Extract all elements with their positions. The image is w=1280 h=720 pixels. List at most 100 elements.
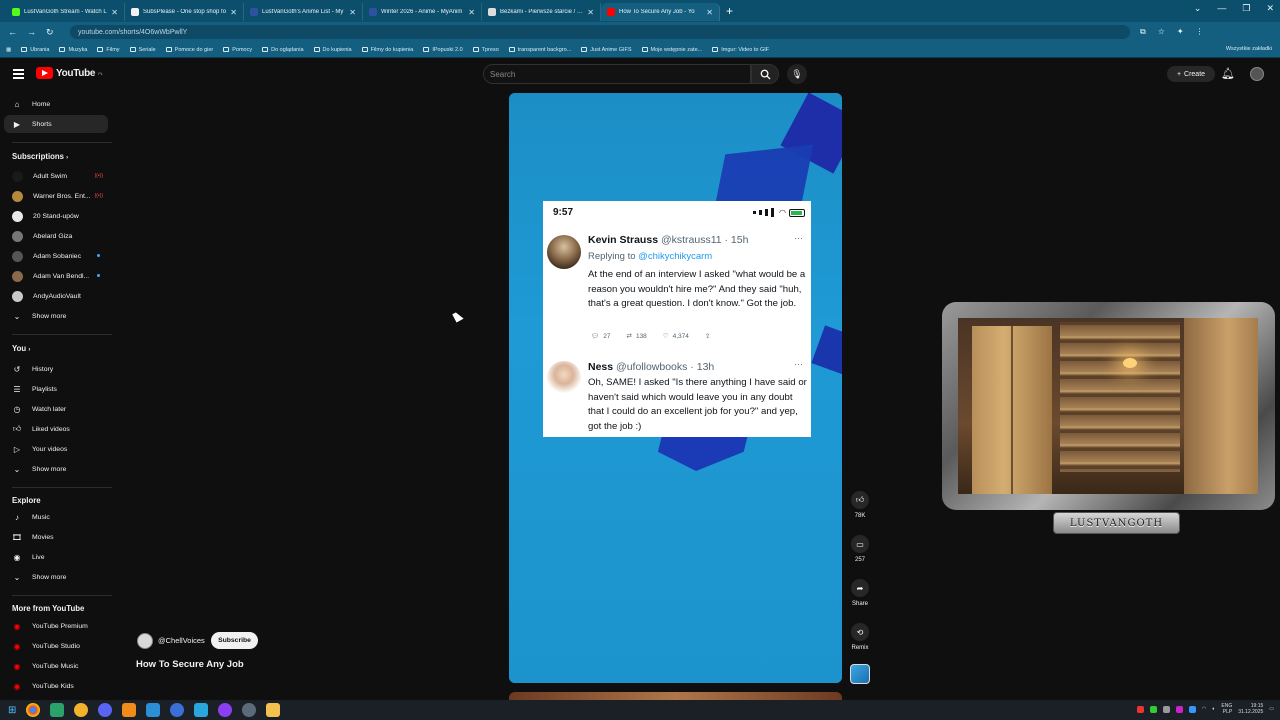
app-icon[interactable] <box>74 703 89 717</box>
bookmark-item[interactable]: Pomoce do gier <box>165 47 213 53</box>
volume-icon[interactable]: 🔈︎ <box>1212 706 1215 712</box>
tray-icon[interactable] <box>1176 705 1183 713</box>
comments-button[interactable]: ▭ 257 <box>850 535 870 563</box>
sidebar-subscription[interactable]: Warner Bros. Ent... ((•)) <box>4 187 108 205</box>
sidebar-item-youtube-premium[interactable]: ◉ YouTube Premium <box>4 617 108 635</box>
bookmark-item[interactable]: Pomocy <box>223 47 252 53</box>
file-explorer-icon[interactable] <box>266 703 281 717</box>
browser-tab[interactable]: LustVanGoth's Anime List - My ✕ <box>244 3 363 21</box>
sidebar-item-playlists[interactable]: ☰ Playlists <box>4 380 108 398</box>
sidebar-item-watch-later[interactable]: ◷ Watch later <box>4 400 108 418</box>
sidebar-item-live[interactable]: ◉ Live <box>4 548 108 566</box>
sidebar-subscription[interactable]: Adam Sobaniec <box>4 247 108 265</box>
short-title[interactable]: How To Secure Any Job <box>136 659 244 670</box>
tray-icon[interactable] <box>1163 705 1170 713</box>
hamburger-menu-icon[interactable] <box>13 69 24 79</box>
bookmark-item[interactable]: Filmy <box>97 47 120 53</box>
browser-tab[interactable]: How To Secure Any Job - Yo ✕ <box>601 3 720 21</box>
bookmark-item[interactable]: Ubrania <box>21 47 49 53</box>
back-icon[interactable]: ← <box>8 27 17 38</box>
app-icon[interactable] <box>146 703 161 717</box>
show-more-button[interactable]: ⌄ Show more <box>4 568 108 586</box>
sidebar-item-history[interactable]: ↺ History <box>4 360 108 378</box>
channel-avatar[interactable] <box>137 633 153 649</box>
sidebar-item-home[interactable]: ⌂ Home <box>4 95 108 113</box>
create-button[interactable]: + Create <box>1167 66 1215 82</box>
minimize-icon[interactable]: — <box>1217 3 1226 14</box>
subscribe-button[interactable]: Subscribe <box>211 632 258 649</box>
extension-icon[interactable]: ✦ <box>1177 27 1184 37</box>
bookmark-item[interactable]: Just Anime GIFS <box>581 47 632 53</box>
apps-icon[interactable]: ▦ <box>6 47 11 53</box>
all-bookmarks-link[interactable]: Wszystkie zakładki <box>1226 46 1272 52</box>
sidebar-item-youtube-studio[interactable]: ◉ YouTube Studio <box>4 637 108 655</box>
bookmark-item[interactable]: Filmy do kupienia <box>361 47 413 53</box>
tray-icon[interactable] <box>1189 705 1196 713</box>
share-button[interactable]: ➦ Share <box>850 579 870 607</box>
steam-icon[interactable] <box>242 703 257 717</box>
app-icon[interactable] <box>218 703 233 717</box>
install-icon[interactable]: ⧉ <box>1140 27 1146 37</box>
bookmark-item[interactable]: Do kupienia <box>313 47 352 53</box>
bookmark-item[interactable]: Imgur: Video to GIF <box>712 47 769 53</box>
discord-icon[interactable] <box>98 703 113 717</box>
windows-start-icon[interactable]: ⊞ <box>8 705 16 716</box>
language-indicator[interactable]: ENG PLP <box>1221 703 1232 715</box>
sidebar-subscription[interactable]: Adult Swim ((•)) <box>4 167 108 185</box>
sidebar-item-your-videos[interactable]: ▷ Your videos <box>4 440 108 458</box>
like-button[interactable]: 👍︎ 78K <box>850 491 870 519</box>
bookmark-item[interactable]: Muzyka <box>59 47 87 53</box>
forward-icon[interactable]: → <box>27 27 36 38</box>
browser-tab[interactable]: Bezkami - Pierwsze starcie / Th ✕ <box>482 3 601 21</box>
sidebar-item-youtube-kids[interactable]: ◉ YouTube Kids <box>4 677 108 695</box>
sidebar-subscription[interactable]: Abelard Giza <box>4 227 108 245</box>
bookmark-item[interactable]: IPopuski 2.0 <box>423 47 463 53</box>
new-tab-icon[interactable]: + <box>726 4 733 18</box>
sidebar-item-liked-videos[interactable]: 👍︎ Liked videos <box>4 420 108 438</box>
search-input[interactable]: Search <box>483 64 751 84</box>
app-icon[interactable] <box>50 703 65 717</box>
sidebar-subscription[interactable]: 20 Stand-upów <box>4 207 108 225</box>
sidebar-subscription[interactable]: AndyAudioVault <box>4 287 108 305</box>
tray-icon[interactable] <box>1150 705 1157 713</box>
telegram-icon[interactable] <box>194 703 209 717</box>
bookmark-item[interactable]: Tpreso <box>472 47 499 53</box>
maximize-icon[interactable]: ❐ <box>1242 3 1250 14</box>
sidebar-item-music[interactable]: ♪ Music <box>4 508 108 526</box>
microphone-icon[interactable]: 🎙 <box>787 64 807 84</box>
remix-button[interactable]: ⟲ Remix <box>850 623 870 651</box>
clock[interactable]: 19:15 31.12.2025 <box>1238 703 1263 715</box>
url-field[interactable]: youtube.com/shorts/4O6wWbPwllY <box>70 25 1130 39</box>
search-button[interactable] <box>751 64 779 84</box>
tab-close-icon[interactable]: ✕ <box>230 8 237 17</box>
sidebar-subscription[interactable]: Adam Van Bendl... <box>4 267 108 285</box>
tab-close-icon[interactable]: ✕ <box>706 8 713 17</box>
app-icon[interactable] <box>170 703 185 717</box>
youtube-logo[interactable]: YouTube PL <box>36 67 103 79</box>
tab-close-icon[interactable]: ✕ <box>111 8 118 17</box>
sidebar-item-shorts[interactable]: ▶ Shorts <box>4 115 108 133</box>
tray-icon[interactable] <box>1137 705 1144 713</box>
reload-icon[interactable]: ↻ <box>46 27 54 38</box>
notifications-bell-icon[interactable]: 🔔︎ <box>1221 67 1235 80</box>
menu-icon[interactable]: ⋮ <box>1196 27 1204 37</box>
vlc-icon[interactable] <box>122 703 137 717</box>
wifi-icon[interactable]: ◠ <box>1202 706 1206 712</box>
browser-tab[interactable]: SubsPlease - One stop shop fo ✕ <box>125 3 244 21</box>
account-avatar[interactable] <box>1250 67 1264 81</box>
close-window-icon[interactable]: ✕ <box>1266 3 1274 14</box>
bookmark-item[interactable]: transparent backgro... <box>508 47 571 53</box>
star-icon[interactable]: ☆ <box>1158 27 1165 37</box>
bookmark-item[interactable]: Do oglądania <box>262 47 304 53</box>
tab-close-icon[interactable]: ✕ <box>468 8 475 17</box>
shorts-video-player[interactable]: 9:57 ◠ ··· Kevin Strauss @kstrauss11 · 1… <box>509 93 842 683</box>
show-more-button[interactable]: ⌄ Show more <box>4 460 108 478</box>
browser-tab[interactable]: Winter 2026 - Anime - MyAnim ✕ <box>363 3 482 21</box>
show-more-button[interactable]: ⌄ Show more <box>4 307 108 325</box>
notifications-icon[interactable]: ▭ <box>1269 706 1274 712</box>
chrome-icon[interactable] <box>26 703 41 717</box>
subscriptions-heading[interactable]: Subscriptions › <box>12 152 68 161</box>
you-heading[interactable]: You › <box>12 344 30 353</box>
browser-tab[interactable]: LustVanGoth Stream - Watch L ✕ <box>6 3 125 21</box>
tab-close-icon[interactable]: ✕ <box>349 8 356 17</box>
